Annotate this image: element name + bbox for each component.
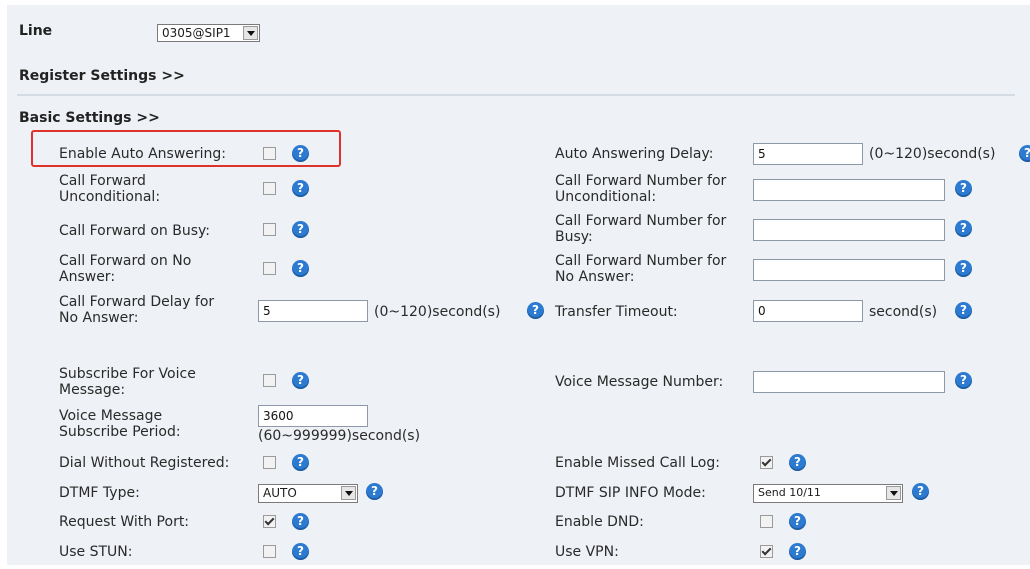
- vm-number-label: Voice Message Number:: [555, 374, 724, 390]
- use-stun-label: Use STUN:: [59, 544, 133, 560]
- help-icon[interactable]: ?: [955, 372, 972, 389]
- cf-number-busy-input[interactable]: [753, 219, 945, 241]
- cf-no-answer-checkbox[interactable]: [263, 262, 276, 275]
- cf-unconditional-checkbox[interactable]: [263, 182, 276, 195]
- settings-panel: [7, 5, 1030, 565]
- line-select-value: 0305@SIP1: [162, 26, 231, 40]
- dial-without-registered-label: Dial Without Registered:: [59, 455, 230, 471]
- dial-without-registered-checkbox[interactable]: [263, 456, 276, 469]
- chevron-down-icon[interactable]: [341, 486, 356, 500]
- chevron-down-icon[interactable]: [886, 486, 901, 500]
- help-icon[interactable]: ?: [1019, 145, 1030, 162]
- cf-delay-label: Call Forward Delay for No Answer:: [59, 294, 215, 326]
- dtmf-type-select[interactable]: AUTO: [258, 484, 358, 503]
- register-settings-link[interactable]: Register Settings >>: [19, 68, 185, 84]
- transfer-timeout-label: Transfer Timeout:: [555, 304, 678, 320]
- dtmf-sip-info-value: Send 10/11: [758, 486, 821, 499]
- transfer-timeout-unit: second(s): [869, 304, 938, 320]
- help-icon[interactable]: ?: [912, 483, 929, 500]
- transfer-timeout-input[interactable]: 0: [753, 300, 863, 322]
- missed-call-log-label: Enable Missed Call Log:: [555, 455, 720, 471]
- help-icon[interactable]: ?: [292, 260, 309, 277]
- use-vpn-label: Use VPN:: [555, 544, 619, 560]
- help-icon[interactable]: ?: [292, 543, 309, 560]
- cf-busy-checkbox[interactable]: [263, 223, 276, 236]
- auto-answering-checkbox[interactable]: [263, 147, 276, 160]
- help-icon[interactable]: ?: [955, 260, 972, 277]
- help-icon[interactable]: ?: [955, 180, 972, 197]
- cf-number-unconditional-input[interactable]: [753, 179, 945, 201]
- subscribe-vm-checkbox[interactable]: [263, 374, 276, 387]
- line-select[interactable]: 0305@SIP1: [157, 24, 260, 42]
- help-icon[interactable]: ?: [292, 454, 309, 471]
- help-icon[interactable]: ?: [366, 483, 383, 500]
- help-icon[interactable]: ?: [955, 302, 972, 319]
- request-with-port-checkbox[interactable]: [263, 515, 276, 528]
- missed-call-log-checkbox[interactable]: [760, 456, 773, 469]
- auto-answering-delay-label: Auto Answering Delay:: [555, 146, 714, 162]
- chevron-down-icon[interactable]: [243, 26, 258, 40]
- cf-unconditional-label: Call Forward Unconditional:: [59, 173, 161, 205]
- enable-dnd-label: Enable DND:: [555, 514, 644, 530]
- cf-busy-label: Call Forward on Busy:: [59, 223, 210, 239]
- vm-period-unit: (60~999999)second(s): [258, 428, 421, 444]
- vm-period-input[interactable]: 3600: [258, 405, 368, 427]
- cf-delay-unit: (0~120)second(s): [374, 304, 501, 320]
- help-icon[interactable]: ?: [789, 454, 806, 471]
- subscribe-vm-label: Subscribe For Voice Message:: [59, 366, 196, 398]
- line-label: Line: [19, 23, 53, 39]
- section-divider: [17, 94, 1015, 96]
- help-icon[interactable]: ?: [292, 221, 309, 238]
- enable-dnd-checkbox[interactable]: [760, 515, 773, 528]
- auto-answering-delay-input[interactable]: 5: [753, 143, 863, 165]
- cf-no-answer-label: Call Forward on No Answer:: [59, 253, 192, 285]
- basic-settings-link[interactable]: Basic Settings >>: [19, 110, 160, 126]
- help-icon[interactable]: ?: [292, 513, 309, 530]
- help-icon[interactable]: ?: [292, 372, 309, 389]
- help-icon[interactable]: ?: [527, 302, 544, 319]
- help-icon[interactable]: ?: [292, 145, 309, 162]
- dtmf-sip-info-label: DTMF SIP INFO Mode:: [555, 485, 706, 501]
- auto-answering-label: Enable Auto Answering:: [59, 146, 227, 162]
- cf-delay-input[interactable]: 5: [258, 300, 368, 322]
- use-stun-checkbox[interactable]: [263, 545, 276, 558]
- dtmf-sip-info-select[interactable]: Send 10/11: [753, 484, 903, 503]
- request-with-port-label: Request With Port:: [59, 514, 190, 530]
- help-icon[interactable]: ?: [292, 180, 309, 197]
- cf-number-busy-label: Call Forward Number for Busy:: [555, 213, 727, 245]
- help-icon[interactable]: ?: [789, 543, 806, 560]
- help-icon[interactable]: ?: [789, 513, 806, 530]
- dtmf-type-value: AUTO: [263, 486, 297, 500]
- cf-number-no-answer-label: Call Forward Number for No Answer:: [555, 253, 727, 285]
- vm-number-input[interactable]: [753, 371, 945, 393]
- help-icon[interactable]: ?: [955, 220, 972, 237]
- vm-period-label: Voice Message Subscribe Period:: [59, 408, 181, 440]
- use-vpn-checkbox[interactable]: [760, 545, 773, 558]
- cf-number-no-answer-input[interactable]: [753, 259, 945, 281]
- dtmf-type-label: DTMF Type:: [59, 485, 140, 501]
- cf-number-unconditional-label: Call Forward Number for Unconditional:: [555, 173, 727, 205]
- auto-answering-delay-unit: (0~120)second(s): [869, 146, 996, 162]
